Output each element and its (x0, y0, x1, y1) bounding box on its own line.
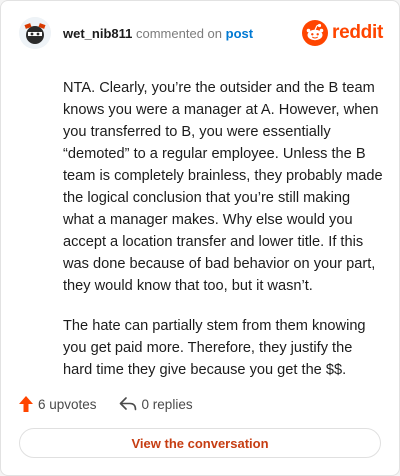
avatar[interactable] (19, 17, 51, 49)
comment-header: wet_nib811 commented on post reddit (19, 17, 383, 53)
replies-count: 0 replies (141, 396, 193, 412)
action-text: commented on (136, 26, 222, 41)
comment-stats: 6 upvotes 0 replies (19, 393, 215, 415)
username-link[interactable]: wet_nib811 (63, 26, 132, 41)
upvotes-stat[interactable]: 6 upvotes (19, 396, 97, 412)
reddit-logo[interactable]: reddit (302, 20, 383, 46)
comment-paragraph-2: The hate can partially stem from them kn… (63, 318, 366, 378)
replies-stat[interactable]: 0 replies (119, 397, 193, 412)
view-conversation-button[interactable]: View the conversation (19, 428, 381, 458)
brand-wordmark: reddit (332, 22, 383, 43)
upvote-arrow-icon (19, 396, 33, 412)
comment-paragraph-1: NTA. Clearly, you’re the outsider and th… (63, 80, 383, 294)
post-link[interactable]: post (226, 26, 253, 41)
upvotes-count: 6 upvotes (38, 396, 97, 412)
embedded-comment-card: wet_nib811 commented on post reddit NTA.… (0, 0, 400, 476)
reply-arrow-icon (119, 397, 136, 411)
comment-body: NTA. Clearly, you’re the outsider and th… (63, 77, 385, 399)
byline: wet_nib811 commented on post (63, 26, 253, 42)
reddit-icon (302, 20, 329, 46)
